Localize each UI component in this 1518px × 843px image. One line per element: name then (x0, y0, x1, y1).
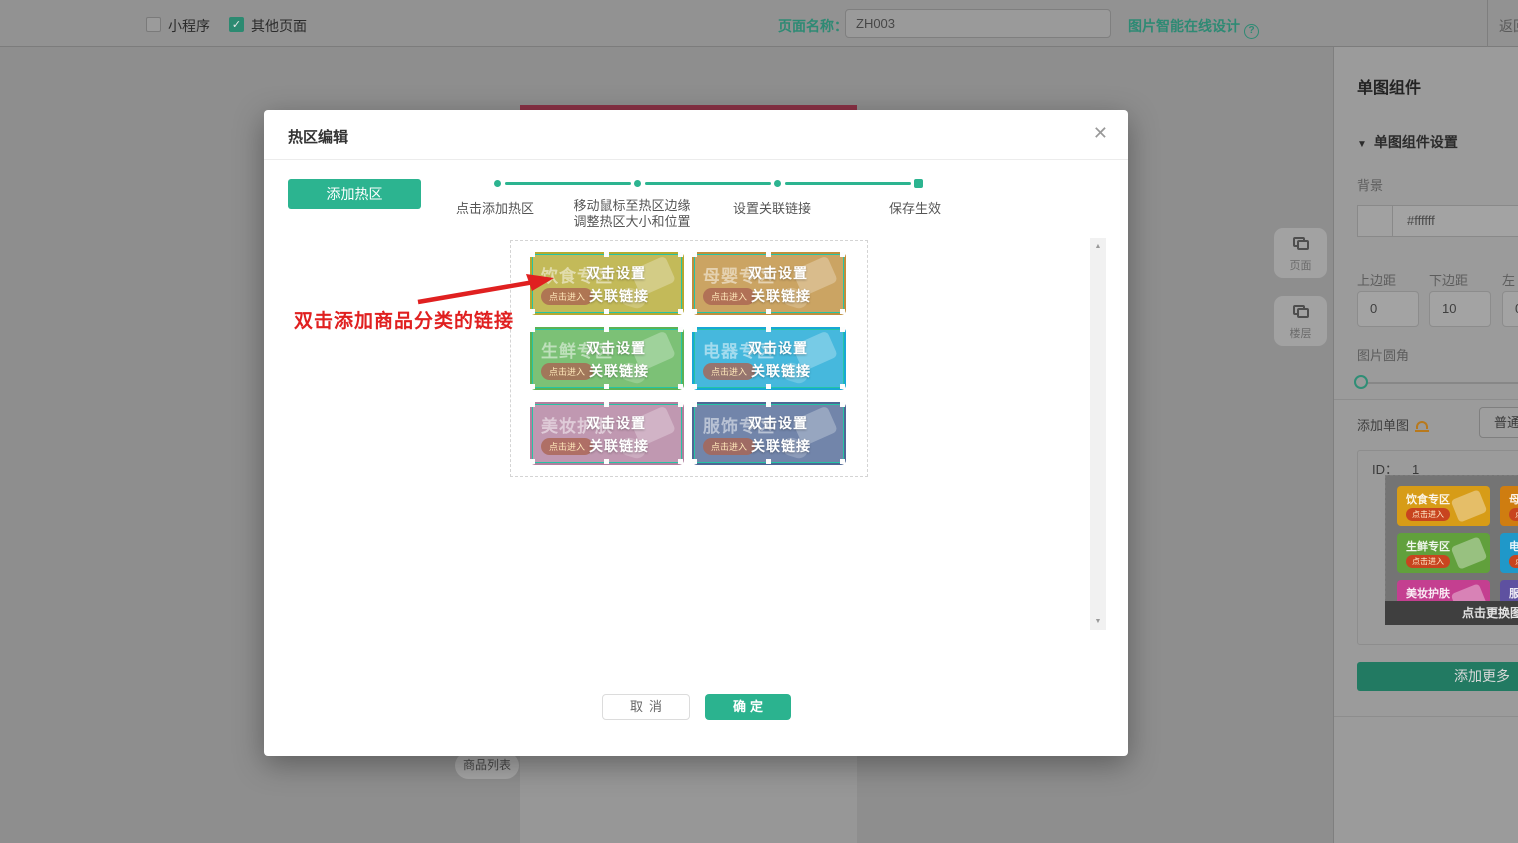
topbar-divider (1487, 0, 1488, 47)
step-dot-1 (494, 180, 501, 187)
image-radius-label: 图片圆角 (1357, 345, 1409, 364)
scroll-down-icon[interactable]: ▼ (1090, 618, 1106, 625)
tile-clothing[interactable]: 服饰专区点击进入 双击设置关联链接 (692, 402, 846, 465)
margin-bottom-input[interactable]: 10 (1429, 291, 1491, 327)
page-nav-button[interactable]: 页面 (1274, 228, 1327, 278)
step-dot-3 (774, 180, 781, 187)
scroll-up-icon[interactable]: ▲ (1090, 243, 1106, 250)
step-label-1: 点击添加热区 (456, 198, 534, 217)
image-item-card: ID：1 饮食专区点击进入 母婴专区点击进入 生鲜专区点击进入 电器专区点击进入… (1357, 450, 1518, 645)
thumb-tile: 生鲜专区点击进入 (1397, 533, 1490, 573)
smart-design-link[interactable]: 图片智能在线设计? (1128, 16, 1259, 39)
sidebar-divider (1334, 399, 1518, 400)
page-preview-canvas (520, 755, 857, 843)
modal-scrollbar[interactable]: ▲ ▼ (1090, 238, 1106, 630)
add-single-image-label: 添加单图 (1357, 415, 1429, 434)
layers-icon (1293, 305, 1309, 318)
back-button[interactable]: 返回 (1499, 16, 1518, 36)
step-dot-4 (914, 179, 923, 188)
annotation-text: 双击添加商品分类的链接 (294, 306, 514, 333)
page-name-input[interactable]: ZH003 (845, 9, 1111, 38)
step-label-3: 设置关联链接 (733, 198, 811, 217)
floor-nav-label: 楼层 (1274, 325, 1327, 341)
modal-header: 热区编辑 ✕ (264, 110, 1128, 160)
thumb-tile: 饮食专区点击进入 (1397, 486, 1490, 526)
margin-left-input[interactable]: 0 (1502, 291, 1518, 327)
add-hotspot-button[interactable]: 添加热区 (288, 179, 421, 209)
other-page-checkbox[interactable]: ✓ (229, 17, 244, 32)
page-nav-label: 页面 (1274, 257, 1327, 273)
mini-program-checkbox[interactable] (146, 17, 161, 32)
alarm-icon (1415, 420, 1429, 432)
step-dot-2 (634, 180, 641, 187)
sidebar-divider-bottom (1334, 716, 1518, 717)
annotation-arrow (412, 270, 560, 310)
add-more-button[interactable]: 添加更多 (1357, 662, 1518, 691)
help-icon[interactable]: ? (1244, 24, 1259, 39)
caret-down-icon: ▼ (1357, 139, 1367, 150)
floor-nav-button[interactable]: 楼层 (1274, 296, 1327, 346)
product-list-tag[interactable]: 商品列表 (455, 752, 519, 779)
close-icon[interactable]: ✕ (1093, 123, 1108, 144)
radius-slider-track[interactable] (1357, 382, 1518, 384)
margin-top-label: 上边距 (1357, 270, 1396, 289)
thumb-tile: 电器专区点击进入 (1500, 533, 1518, 573)
hotspot-editor-modal: 热区编辑 ✕ 添加热区 点击添加热区 移动鼠标至热区边缘调整热区大小和位置 设置… (264, 110, 1128, 756)
step-label-2: 移动鼠标至热区边缘调整热区大小和位置 (568, 198, 696, 230)
component-settings-header[interactable]: ▼单图组件设置 (1357, 132, 1458, 152)
normal-mode-button[interactable]: 普通模式 (1479, 407, 1518, 438)
margin-bottom-label: 下边距 (1429, 270, 1468, 289)
check-icon: ✓ (232, 19, 241, 31)
tile-baby[interactable]: 母婴专区点击进入 双击设置关联链接 (692, 252, 846, 315)
tile-fresh[interactable]: 生鲜专区点击进入 双击设置关联链接 (530, 327, 684, 390)
step-line-2 (645, 182, 771, 185)
tile-beauty[interactable]: 美妆护肤点击进入 双击设置关联链接 (530, 402, 684, 465)
background-color-input[interactable]: #ffffff (1393, 205, 1518, 237)
thumb-tile: 母婴专区点击进入 (1500, 486, 1518, 526)
mini-program-label: 小程序 (168, 16, 210, 36)
margin-top-input[interactable]: 0 (1357, 291, 1419, 327)
step-line-3 (785, 182, 911, 185)
top-toolbar: 小程序 ✓ 其他页面 页面名称： ZH003 图片智能在线设计? 返回 (0, 0, 1518, 47)
background-label: 背景 (1357, 175, 1383, 194)
settings-sidebar: 单图组件 ▼单图组件设置 背景 #ffffff 上边距 下边距 左边距 0 10… (1333, 47, 1518, 843)
other-page-label: 其他页面 (251, 16, 307, 36)
step-line-1 (505, 182, 631, 185)
page-name-label: 页面名称： (778, 16, 848, 36)
confirm-button[interactable]: 确定 (705, 694, 791, 720)
background-color-swatch[interactable] (1357, 205, 1393, 237)
change-image-button[interactable]: 点击更换图片 (1385, 601, 1518, 625)
app-root: 小程序 ✓ 其他页面 页面名称： ZH003 图片智能在线设计? 返回 商品列表… (0, 0, 1518, 843)
tile-appliance[interactable]: 电器专区点击进入 双击设置关联链接 (692, 327, 846, 390)
step-label-4: 保存生效 (889, 198, 941, 217)
sidebar-title: 单图组件 (1357, 74, 1421, 98)
cancel-button[interactable]: 取消 (602, 694, 690, 720)
radius-slider-handle[interactable] (1354, 375, 1368, 389)
pages-icon (1293, 237, 1309, 250)
modal-title: 热区编辑 (288, 126, 348, 147)
